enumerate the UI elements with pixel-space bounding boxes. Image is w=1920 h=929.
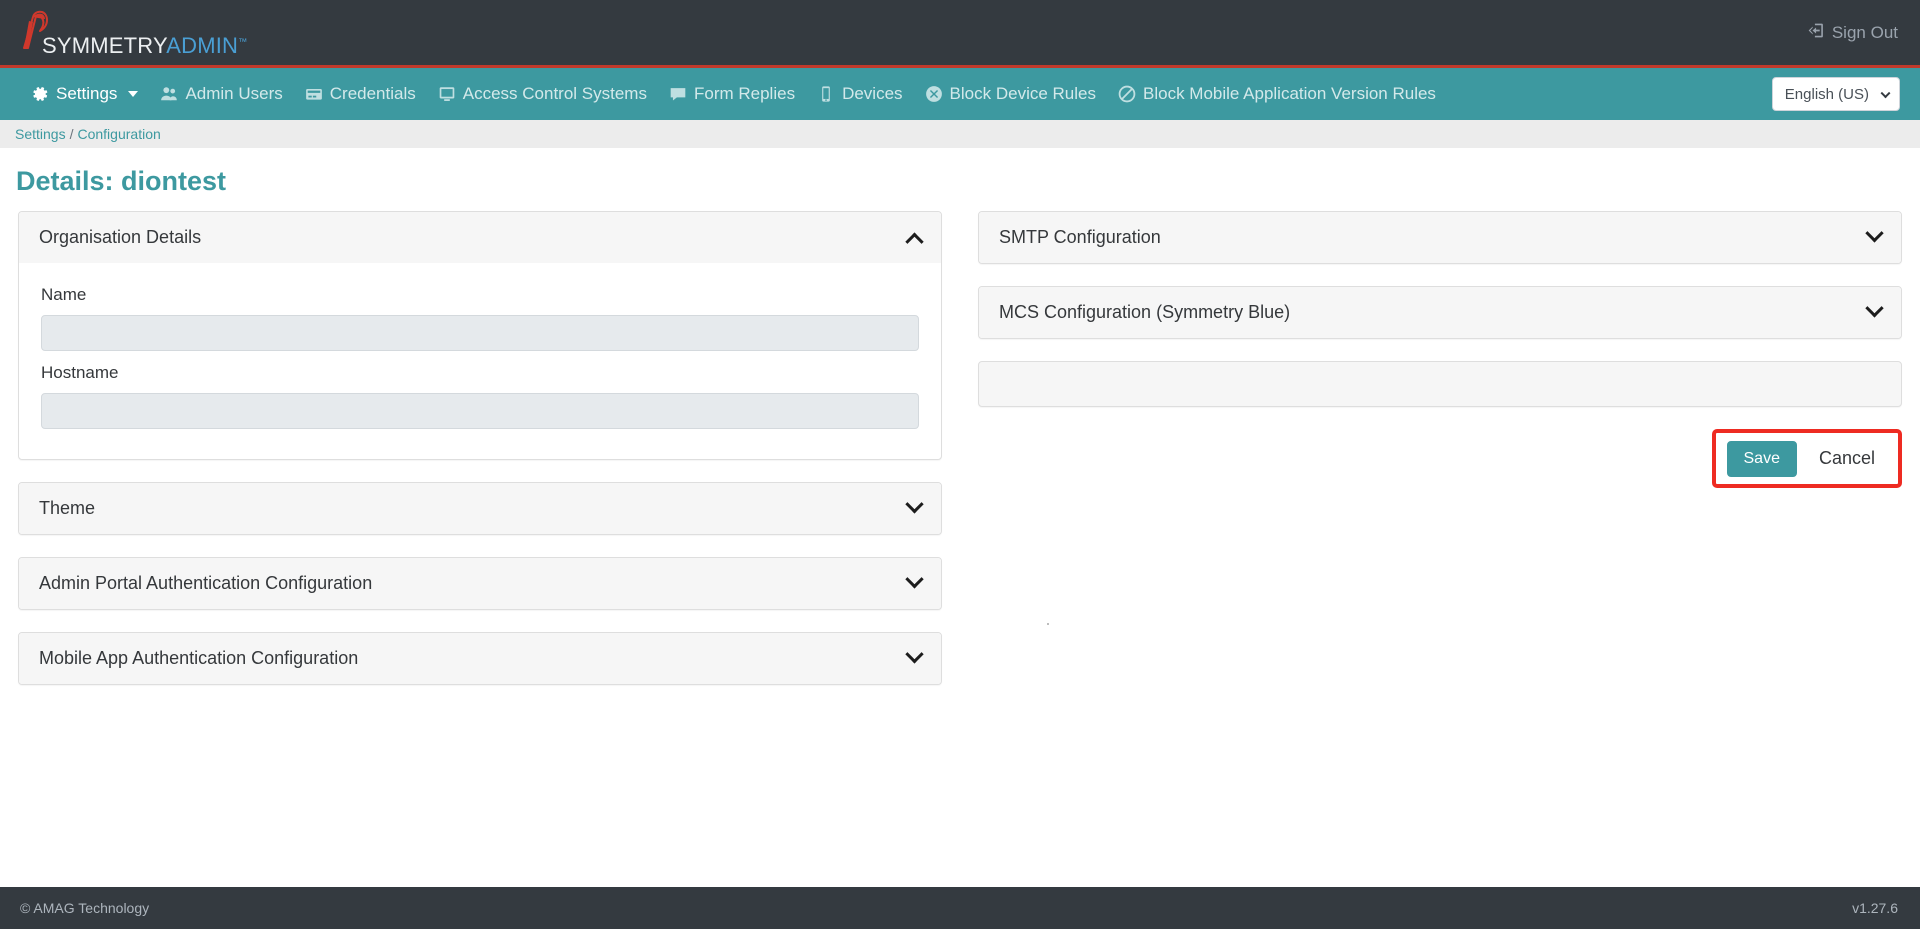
panel-header-admin-portal-authentication-configuration[interactable]: Admin Portal Authentication Configuratio… <box>19 558 941 609</box>
name-input[interactable] <box>41 315 919 351</box>
breadcrumb-link-configuration[interactable]: Configuration <box>77 126 160 142</box>
panel-header-mcs-configuration[interactable]: MCS Configuration (Symmetry Blue) <box>979 287 1901 338</box>
comment-icon <box>669 85 687 103</box>
nav-item-admin-users[interactable]: Admin Users <box>149 78 293 110</box>
language-select[interactable]: English (US) <box>1771 77 1900 111</box>
breadcrumb: Settings / Configuration <box>0 120 1920 148</box>
chevron-up-icon[interactable] <box>905 232 924 251</box>
panel-title-smtp-configuration: SMTP Configuration <box>999 227 1161 247</box>
panel-header-smtp-configuration[interactable]: SMTP Configuration <box>979 212 1901 263</box>
footer-version: v1.27.6 <box>1852 900 1898 916</box>
panel-mobile-app-authentication-configuration: Mobile App Authentication Configuration <box>18 632 942 685</box>
top-header: SYMMETRYADMIN™ Sign Out <box>0 0 1920 65</box>
nav-label-form-replies: Form Replies <box>693 84 796 103</box>
mobile-icon <box>817 85 835 103</box>
chevron-down-icon[interactable] <box>905 495 924 514</box>
logo-text: SYMMETRYADMIN™ <box>20 32 248 58</box>
panel-admin-portal-authentication-configuration: Admin Portal Authentication Configuratio… <box>18 557 942 610</box>
panel-title-theme: Theme <box>39 498 96 518</box>
nav-label-settings: Settings <box>56 84 118 103</box>
nav-item-access-control-systems[interactable]: Access Control Systems <box>427 78 658 110</box>
gear-icon <box>31 85 49 103</box>
field-label-hostname: Hostname <box>41 363 119 382</box>
nav-item-list: Settings Admin Users Credentials Access … <box>20 78 1447 110</box>
panel-title-mobile-app-authentication-configuration: Mobile App Authentication Configuration <box>39 648 359 668</box>
chevron-down-icon <box>1880 88 1891 99</box>
panel-header-mobile-app-authentication-configuration[interactable]: Mobile App Authentication Configuration <box>19 633 941 684</box>
save-button[interactable]: Save <box>1726 440 1797 477</box>
users-icon <box>160 85 178 103</box>
nav-label-block-mobile-application-version-rules: Block Mobile Application Version Rules <box>1143 84 1436 103</box>
breadcrumb-separator: / <box>69 126 74 142</box>
right-column: SMTP Configuration MCS Configuration (Sy… <box>978 211 1902 707</box>
field-label-name: Name <box>41 285 87 304</box>
logo-admin: ADMIN <box>166 32 239 58</box>
nav-item-credentials[interactable]: Credentials <box>294 78 427 110</box>
panel-mcs-configuration: MCS Configuration (Symmetry Blue) <box>978 286 1902 339</box>
panel-header-organisation-details[interactable]: Organisation Details <box>19 212 941 263</box>
nav-item-block-mobile-application-version-rules[interactable]: Block Mobile Application Version Rules <box>1107 78 1447 110</box>
panel-header-theme[interactable]: Theme <box>19 483 941 534</box>
sign-out-button[interactable]: Sign Out <box>1808 22 1898 44</box>
chevron-down-icon[interactable] <box>1865 299 1884 318</box>
form-actions-highlight: Save Cancel <box>1711 429 1902 488</box>
chevron-down-icon[interactable] <box>905 645 924 664</box>
panel-theme: Theme <box>18 482 942 535</box>
panel-title-organisation-details: Organisation Details <box>39 227 202 247</box>
footer-copyright: © AMAG Technology <box>20 900 150 916</box>
nav-item-devices[interactable]: Devices <box>806 78 913 110</box>
nav-item-settings[interactable]: Settings <box>20 78 149 110</box>
sign-out-icon <box>1808 22 1825 44</box>
logo-trademark: ™ <box>238 36 248 47</box>
main-content: Organisation Details Name Hostname Theme <box>0 211 1920 707</box>
nav-item-form-replies[interactable]: Form Replies <box>658 78 806 110</box>
breadcrumb-link-settings[interactable]: Settings <box>15 126 66 142</box>
card-icon <box>305 85 323 103</box>
sign-out-label: Sign Out <box>1831 22 1898 42</box>
page-title: Details: diontest <box>16 166 227 196</box>
panel-body-organisation-details: Name Hostname <box>19 263 941 459</box>
panel-title-mcs-configuration: MCS Configuration (Symmetry Blue) <box>999 302 1291 322</box>
times-circle-icon <box>925 85 943 103</box>
footer: © AMAG Technology v1.27.6 <box>0 887 1920 929</box>
field-hostname: Hostname <box>41 355 919 429</box>
monitor-icon <box>438 85 456 103</box>
panel-smtp-configuration: SMTP Configuration <box>978 211 1902 264</box>
panel-organisation-details: Organisation Details Name Hostname <box>18 211 942 460</box>
nav-label-admin-users: Admin Users <box>185 84 283 103</box>
hostname-input[interactable] <box>41 393 919 429</box>
chevron-down-icon <box>128 91 139 97</box>
nav-label-credentials: Credentials <box>329 84 416 103</box>
main-navigation: Settings Admin Users Credentials Access … <box>0 68 1920 120</box>
ban-icon <box>1118 85 1136 103</box>
app-logo[interactable]: SYMMETRYADMIN™ <box>20 10 248 58</box>
left-column: Organisation Details Name Hostname Theme <box>18 211 942 707</box>
cancel-button[interactable]: Cancel <box>1805 440 1889 477</box>
nav-label-access-control-systems: Access Control Systems <box>462 84 647 103</box>
chevron-down-icon[interactable] <box>1865 224 1884 243</box>
nav-label-block-device-rules: Block Device Rules <box>949 84 1096 103</box>
language-select-value: English (US) <box>1784 85 1869 103</box>
logo-symmetry: SYMMETRY <box>42 32 167 58</box>
nav-label-devices: Devices <box>842 84 903 103</box>
stray-artifact <box>1047 623 1049 625</box>
field-name: Name <box>41 277 919 351</box>
chevron-down-icon[interactable] <box>905 570 924 589</box>
nav-item-block-device-rules[interactable]: Block Device Rules <box>914 78 1107 110</box>
panel-blank <box>978 361 1902 407</box>
panel-title-admin-portal-authentication-configuration: Admin Portal Authentication Configuratio… <box>39 573 373 593</box>
form-actions-wrap: Save Cancel <box>978 429 1902 488</box>
